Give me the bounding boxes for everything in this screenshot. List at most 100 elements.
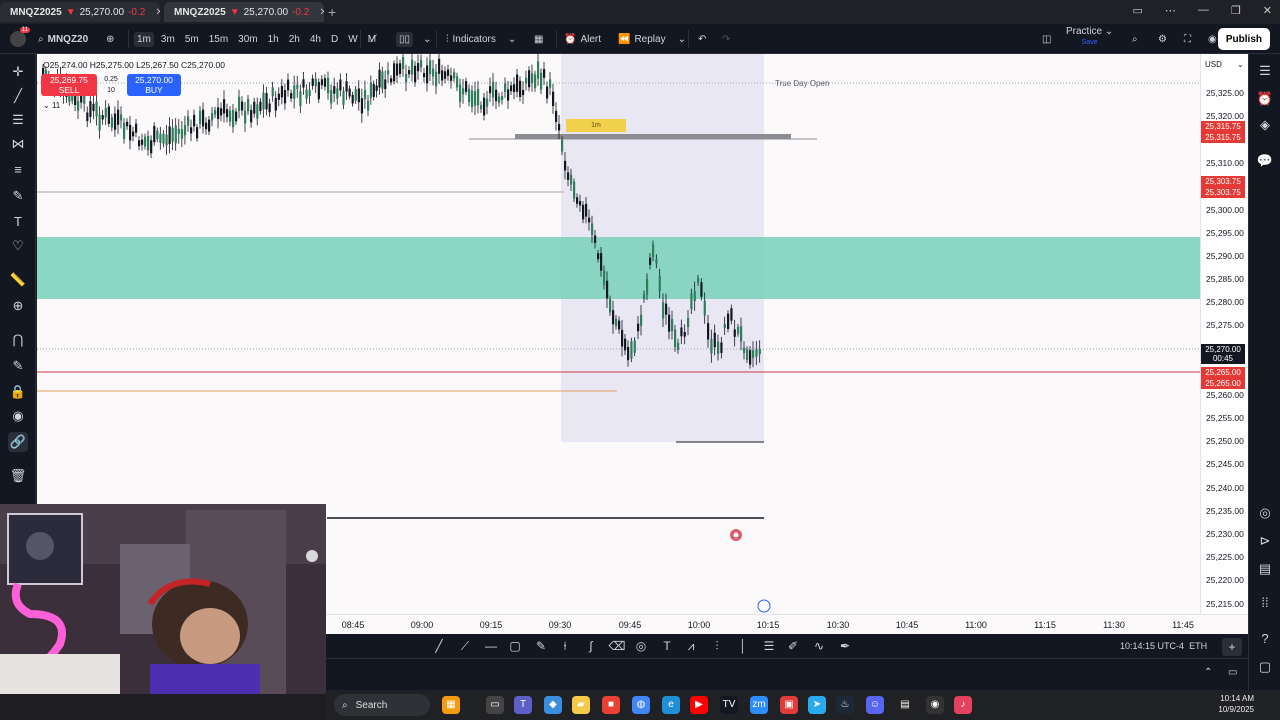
fib-icon[interactable]: ⟋ [456,637,474,655]
price-tag[interactable]: 25,303.75 [1201,176,1245,187]
ruler-icon[interactable]: 📏 [8,270,28,290]
task-view-icon[interactable]: ▭ [486,696,504,714]
brush-icon[interactable]: ✎ [8,186,28,206]
taskbar-search[interactable]: ⌕ Search [334,694,430,716]
system-clock[interactable]: 10:14 AM 10/9/2025 [1218,693,1254,715]
watchlist-icon[interactable]: ☰ [1256,62,1274,80]
steam-icon[interactable]: ♨ [836,696,854,714]
price-tag[interactable]: 25,265.00 [1201,367,1245,378]
timeframe-1m[interactable]: 1m [134,31,154,47]
price-axis[interactable]: USD ⌄ 25,325.00 25,320.00 25,310.00 25,300.… [1200,54,1248,634]
discord-icon[interactable]: ☺ [866,696,884,714]
compare-button[interactable]: ⊕ [106,24,114,54]
widgets-icon[interactable]: ▦ [442,696,460,714]
heart-icon[interactable]: ♡ [8,236,28,256]
price-tag[interactable]: 25,315.75 [1201,132,1245,143]
price-tag[interactable]: 00:45 [1201,353,1245,364]
youtube-icon[interactable]: ▶ [690,696,708,714]
lightning-icon[interactable] [757,599,771,613]
timeframe-4h[interactable]: 4h [307,32,324,47]
tradingview-icon[interactable]: TV [720,696,738,714]
panel-toggle-button[interactable]: ◫ [1042,24,1051,54]
fullscreen-button[interactable]: ⛶ [1184,24,1191,54]
avatar[interactable]: 11 [10,27,30,47]
time-axis[interactable]: 08:45 09:00 09:15 09:30 09:45 10:00 10:15 10:30… [326,614,1248,634]
app-icon[interactable]: ▤ [896,696,914,714]
chrome-icon[interactable]: ◍ [632,696,650,714]
redo-button[interactable]: ↷ [722,24,730,54]
close-tab-icon[interactable]: ✕ [155,7,160,18]
timeframe-15m[interactable]: 15m [206,32,231,47]
eye-icon[interactable]: ◉ [8,406,28,426]
timeframe-box-label[interactable]: 1m [566,119,626,132]
profile-avatar[interactable]: 11 [10,24,30,54]
circle-icon[interactable]: ◎ [632,637,650,655]
close-window-icon[interactable]: ✕ [1263,4,1272,17]
quantity-box[interactable]: 0.25 10 [99,74,123,96]
horizontal-line-icon[interactable]: — [482,637,500,655]
obs-icon[interactable]: ◉ [926,696,944,714]
fib-tool-icon[interactable]: ☰ [8,110,28,130]
buy-button[interactable]: 25,270.00 BUY [127,74,181,96]
calendar-icon[interactable]: ▤ [1256,560,1274,578]
practice-account-button[interactable]: Practice ⌄ Save [1066,26,1113,48]
lock-drawing-icon[interactable]: ✎ [8,356,28,376]
browser-tab[interactable]: MNQZ2025 ▼ 25,270.00 -0.2 ✕ [0,2,160,22]
pen-icon[interactable]: ✐ [784,637,802,655]
alerts-icon[interactable]: ⏰ [1256,90,1274,108]
chart-type-candles-button[interactable]: ▯▯ ⌄ [396,24,431,54]
timeframe-w[interactable]: W [345,32,360,47]
chevron-down-icon[interactable]: ⌄ [1237,60,1244,69]
edge-icon[interactable]: e [662,696,680,714]
session-label[interactable]: ETH [1189,641,1207,651]
undo-button[interactable]: ↶ [698,24,706,54]
browser-tab[interactable]: MNQZ2025 ▼ 25,270.00 -0.2 ✕ [164,2,324,22]
apps-icon[interactable]: ⁞⁞ [1256,594,1274,612]
pattern-icon[interactable]: ⩘ [682,637,700,655]
indicators-button[interactable]: ⫶ Indicators ⌄ [446,24,516,54]
snapshot-button[interactable]: ◉ [1208,24,1217,54]
trend-line-icon[interactable]: ╱ [8,86,28,106]
path-icon[interactable]: ∫ [582,637,600,655]
vertical-line-icon[interactable]: │ [734,637,752,655]
chevron-up-icon[interactable]: ⌃ [1204,667,1212,678]
text-icon[interactable]: T [658,637,676,655]
supply-demand-zone[interactable] [37,237,1200,299]
chat-icon[interactable]: ▢ [1256,658,1274,676]
text-tool-icon[interactable]: T [8,212,28,232]
office-icon[interactable]: ■ [602,696,620,714]
indicator-collapse[interactable]: ⌄ 11 [43,101,60,110]
magnet-icon[interactable]: ⋂ [8,330,28,350]
copilot-icon[interactable]: ◆ [544,696,562,714]
sell-button[interactable]: 25,269.75 SELL [41,74,97,96]
close-tab-icon[interactable]: ✕ [319,7,324,18]
level-bar[interactable] [515,134,791,139]
rocket-icon[interactable]: ⊳ [1256,532,1274,550]
help-icon[interactable]: ? [1256,630,1274,648]
app-icon[interactable]: ♪ [954,696,972,714]
quick-search-button[interactable]: ⌕ [1132,24,1138,54]
forecast-tool-icon[interactable]: ≡ [8,160,28,180]
add-panel-button[interactable]: + [1222,638,1242,656]
zoom-in-icon[interactable]: ⊕ [8,296,28,316]
brush-icon[interactable]: ✎ [532,637,550,655]
list-icon[interactable]: ☰ [760,637,778,655]
rectangle-icon[interactable]: ▢ [506,637,524,655]
crosshair-icon[interactable]: ✛ [8,62,28,82]
replay-button[interactable]: ⏪ Replay ⌄ [618,24,686,54]
timeframe-1h[interactable]: 1h [265,32,282,47]
app-icon[interactable]: ▣ [780,696,798,714]
timeframe-3m[interactable]: 3m [158,32,178,47]
timeframe-5m[interactable]: 5m [182,32,202,47]
layers-icon[interactable]: ◈ [1256,116,1274,134]
file-explorer-icon[interactable]: ▰ [572,696,590,714]
lock-icon[interactable]: 🔒 [8,382,28,402]
measure-icon[interactable]: ⫶ [708,637,726,655]
link-icon[interactable]: 🔗 [8,432,28,452]
zoom-icon[interactable]: zm [750,696,768,714]
curve-icon[interactable]: ∿ [810,637,828,655]
currency-label[interactable]: USD [1205,60,1222,69]
chat-icon[interactable]: 💬 [1256,152,1274,170]
price-tag[interactable]: 25,265.00 [1201,378,1245,389]
minimize-icon[interactable]: — [1198,4,1209,17]
